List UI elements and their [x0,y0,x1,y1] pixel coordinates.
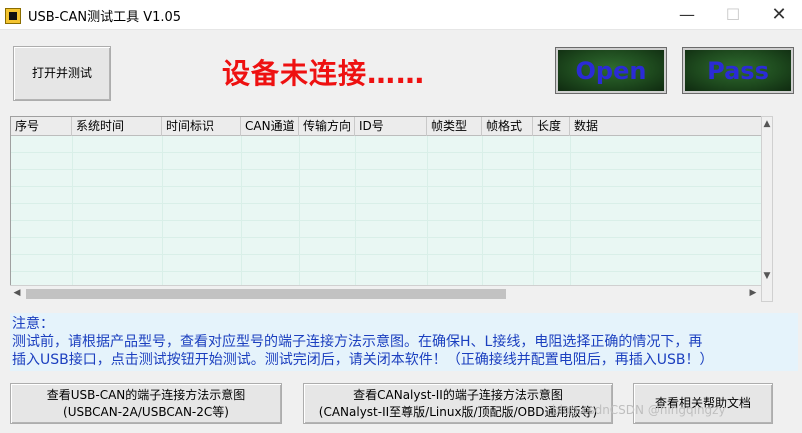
pass-indicator: Pass [682,47,794,94]
column-header-frame-format[interactable]: 帧格式 [482,117,533,136]
usbcan-wiring-diagram-button[interactable]: 查看USB-CAN的端子连接方法示意图 (USBCAN-2A/USBCAN-2C… [10,383,282,424]
column-header-data[interactable]: 数据 [570,117,772,136]
minimize-button[interactable]: — [664,0,710,30]
column-header-index[interactable]: 序号 [11,117,72,136]
usbcan-button-line-1: 查看USB-CAN的端子连接方法示意图 [46,387,246,402]
maximize-button[interactable]: ☐ [710,0,756,30]
column-header-frame-type[interactable]: 帧类型 [427,117,482,136]
column-header-length[interactable]: 长度 [533,117,570,136]
column-header-can-channel[interactable]: CAN通道 [241,117,299,136]
notes-line-2: 插入USB接口，点击测试按钮开始测试。测试完闭后，请关闭本软件！（正确接线并配置… [12,352,714,368]
notes-line-1: 测试前，请根据产品型号，查看对应型号的端子连接方法示意图。在确保H、L接线，电阻… [12,334,703,350]
notes-title: 注意： [12,316,54,332]
column-header-id[interactable]: ID号 [355,117,427,136]
scroll-down-arrow-icon[interactable]: ▼ [762,271,772,281]
app-icon [5,8,21,24]
window-title: USB-CAN测试工具 V1.05 [28,10,182,25]
scroll-right-arrow-icon[interactable]: ▶ [748,288,758,298]
message-table[interactable]: 序号 系统时间 时间标识 CAN通道 传输方向 ID号 帧类型 帧格式 长度 数… [10,116,773,302]
table-header: 序号 系统时间 时间标识 CAN通道 传输方向 ID号 帧类型 帧格式 长度 数… [11,117,772,136]
open-indicator-label: Open [575,56,647,85]
connection-status-text: 设备未连接…… [222,57,426,90]
pass-indicator-label: Pass [707,56,769,85]
column-header-timestamp[interactable]: 时间标识 [162,117,241,136]
canalyst-button-line-1: 查看CANalyst-II的端子连接方法示意图 [353,387,563,402]
column-header-direction[interactable]: 传输方向 [299,117,355,136]
horizontal-scroll-thumb[interactable] [26,289,506,299]
open-and-test-button[interactable]: 打开并测试 [13,46,111,101]
usbcan-button-line-2: (USBCAN-2A/USBCAN-2C等) [63,404,229,419]
table-body [11,136,772,286]
open-indicator: Open [555,47,667,94]
scroll-up-arrow-icon[interactable]: ▲ [762,119,772,129]
horizontal-scrollbar[interactable]: ◀ ▶ [10,285,761,302]
scroll-left-arrow-icon[interactable]: ◀ [12,288,22,298]
watermark-text: blog.csdnCSDN @ningqingzy [552,403,726,417]
close-button[interactable]: ✕ [756,0,802,30]
vertical-scrollbar[interactable]: ▲ ▼ [761,116,773,302]
column-header-system-time[interactable]: 系统时间 [72,117,162,136]
